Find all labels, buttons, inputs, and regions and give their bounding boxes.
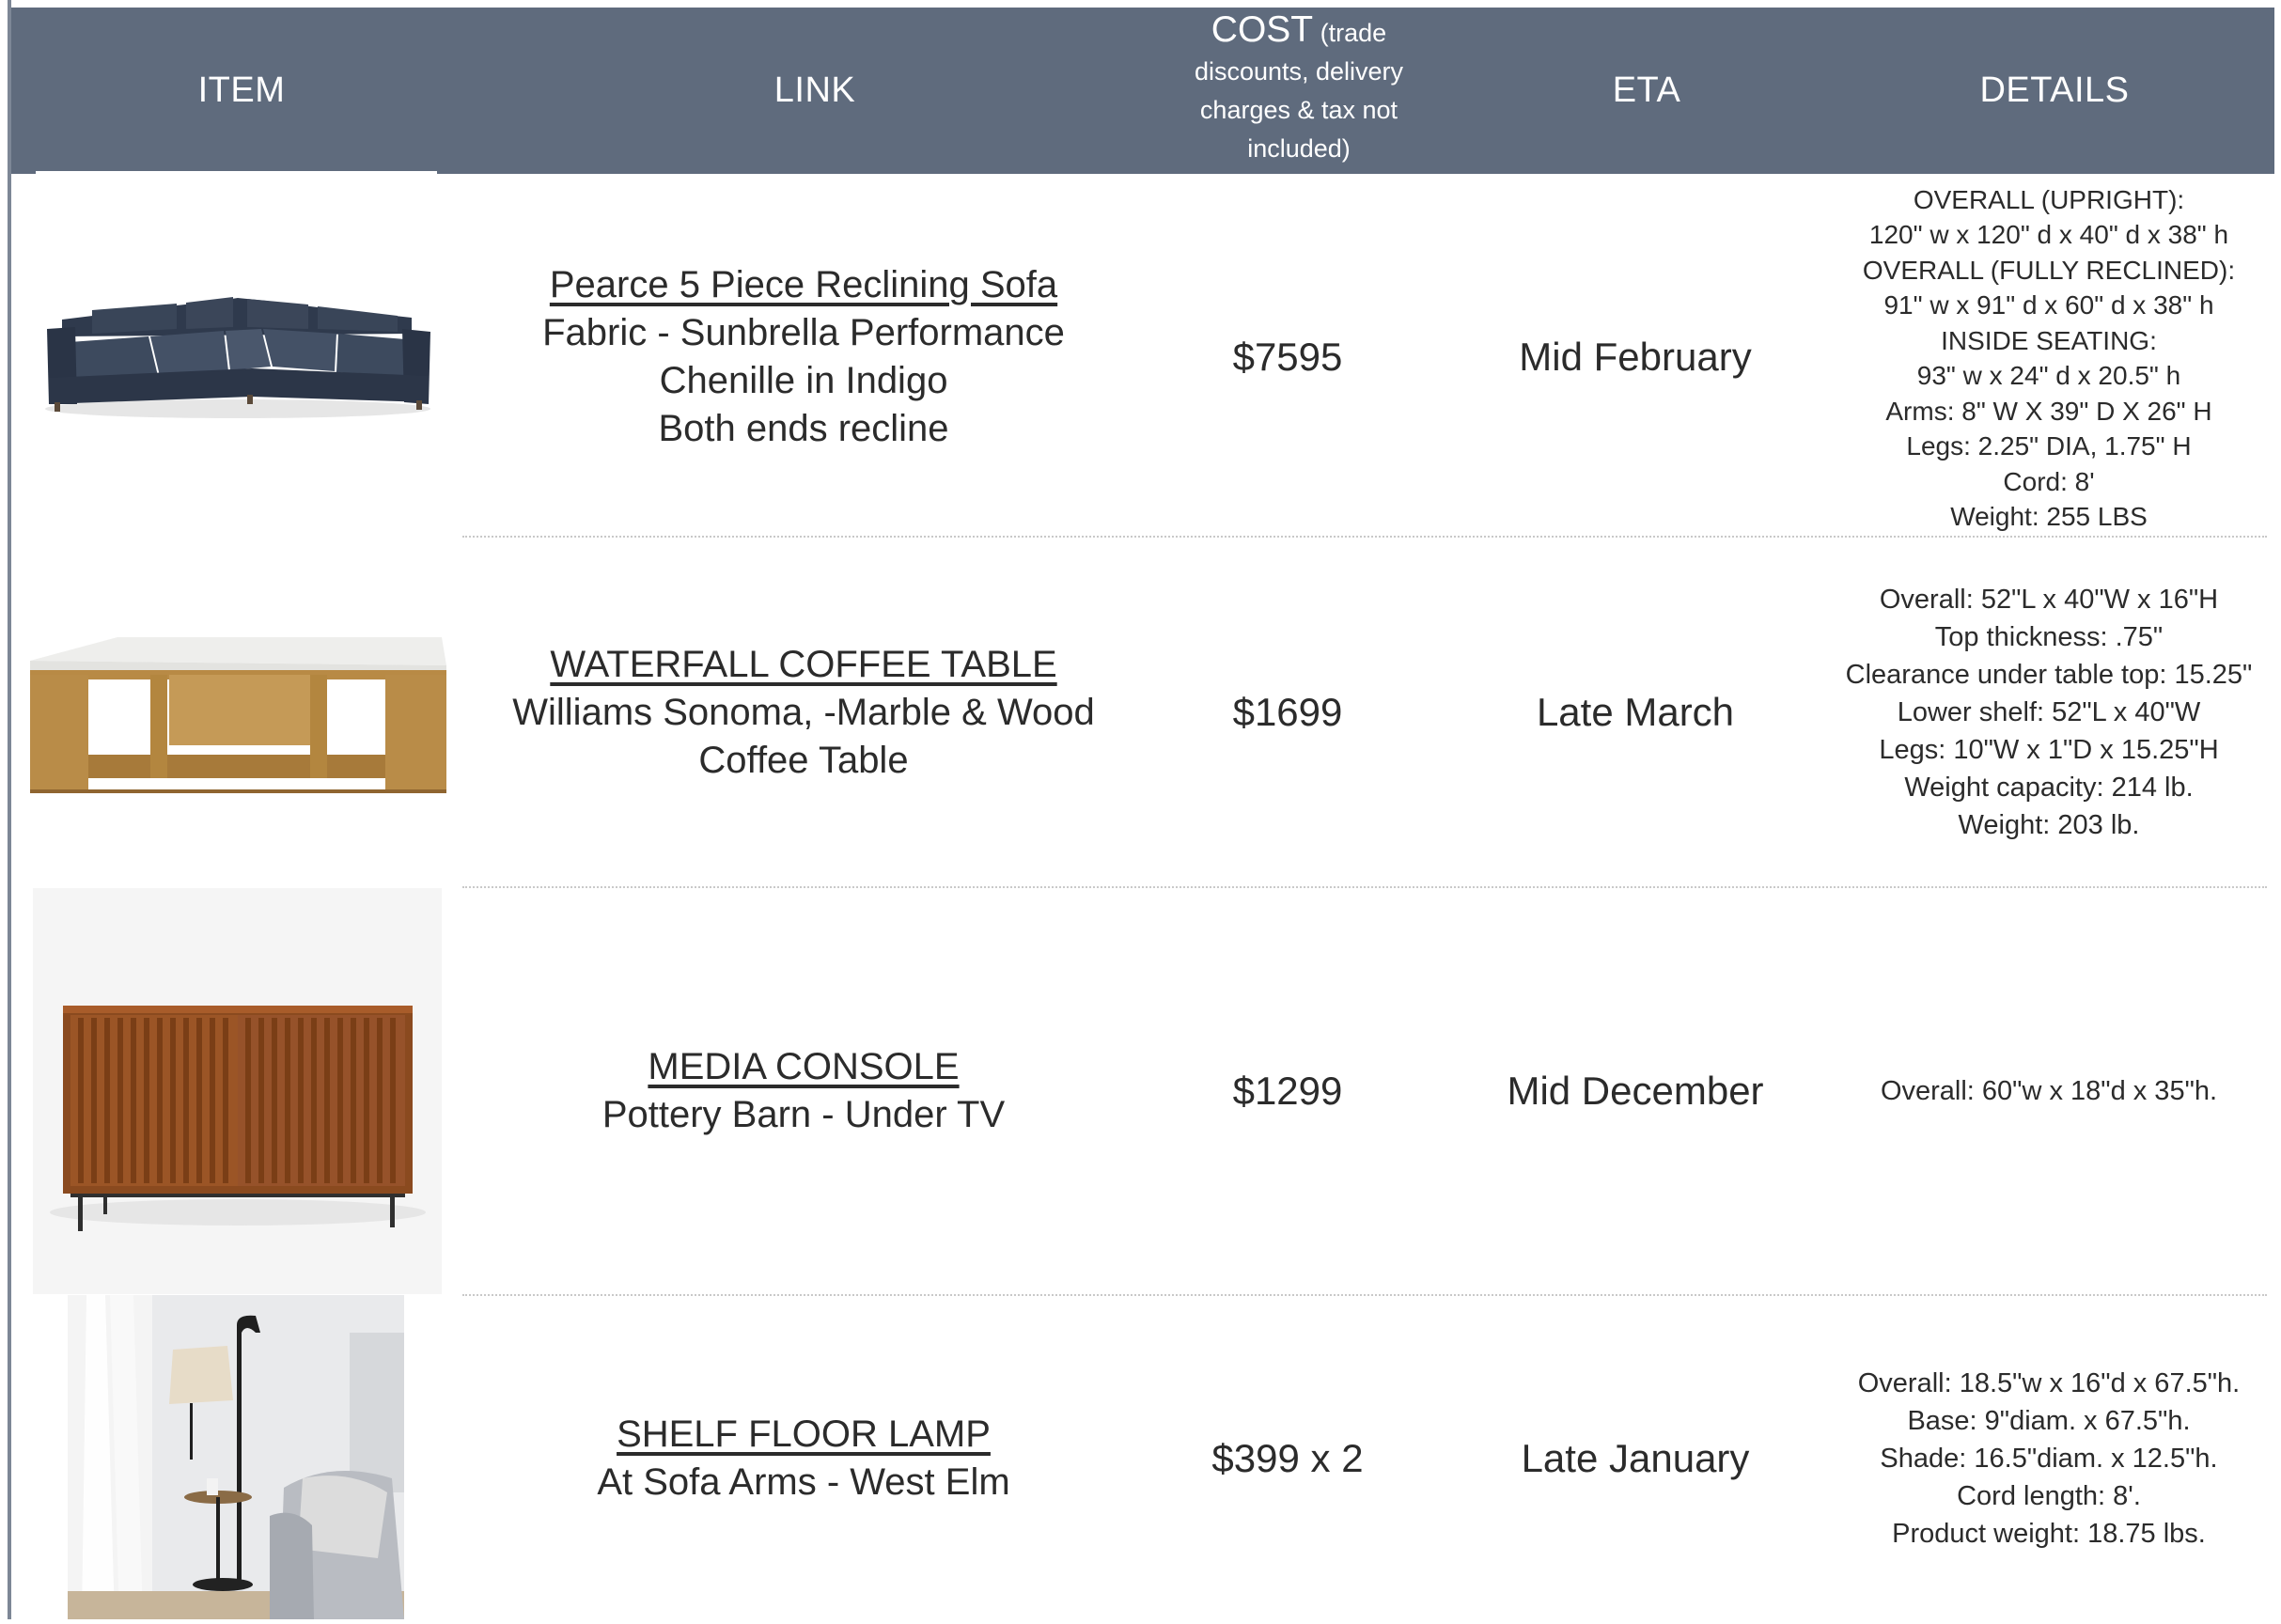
detail-line: Legs: 10"W x 1"D x 15.25"H	[1879, 735, 2219, 765]
table-left-border	[8, 0, 11, 1619]
product-link[interactable]: WATERFALL COFFEE TABLE	[550, 641, 1056, 689]
detail-line: INSIDE SEATING:	[1941, 325, 2157, 355]
coffee-table-illustration	[28, 543, 446, 882]
row-details: Overall: 18.5"w x 16"d x 67.5"h. Base: 9…	[1819, 1297, 2279, 1619]
detail-line: Legs: 2.25" DIA, 1.75" H	[1906, 431, 2192, 461]
header-cost-main: COST	[1211, 8, 1314, 50]
header-cost-note-1: (trade	[1313, 18, 1387, 47]
row-divider	[462, 536, 2267, 538]
row-cost: $7595	[1161, 179, 1414, 536]
row-eta: Late March	[1452, 543, 1819, 882]
link-note-line: Both ends recline	[658, 408, 949, 449]
header-details: DETAILS	[1835, 8, 2274, 174]
row-eta: Mid December	[1452, 888, 1819, 1294]
header-link: LINK	[472, 8, 1158, 174]
cost-value: $1699	[1232, 690, 1343, 734]
detail-line: Lower shelf: 52"L x 40"W	[1897, 697, 2201, 727]
sofa-illustration	[36, 179, 440, 536]
header-item: ITEM	[11, 8, 472, 174]
eta-value: Late March	[1536, 690, 1735, 734]
row-details: Overall: 60"w x 18"d x 35"h.	[1819, 888, 2279, 1294]
header-link-label: LINK	[773, 70, 856, 110]
row-divider	[462, 1294, 2267, 1296]
product-link[interactable]: MEDIA CONSOLE	[648, 1043, 959, 1091]
detail-line: Cord length: 8'.	[1957, 1480, 2141, 1511]
detail-line: Clearance under table top: 15.25"	[1845, 660, 2253, 690]
table-header: ITEM LINK COST (trade discounts, deliver…	[11, 8, 2274, 174]
header-eta-label: ETA	[1612, 70, 1681, 110]
eta-value: Late January	[1521, 1435, 1750, 1480]
floor-lamp-illustration	[68, 1295, 404, 1619]
header-eta: ETA	[1459, 8, 1835, 174]
link-note-line: Fabric - Sunbrella Performance	[542, 312, 1065, 353]
detail-line: 120" w x 120" d x 40" d x 38" h	[1868, 220, 2229, 249]
row-details: Overall: 52"L x 40"W x 16"H Top thicknes…	[1819, 543, 2279, 882]
header-cost-note-4: included)	[1247, 133, 1351, 163]
detail-line: Top thickness: .75"	[1934, 622, 2164, 652]
header-cost-label: COST (trade discounts, delivery charges …	[1194, 8, 1404, 170]
detail-line: 91" w x 91" d x 60" d x 38" h	[1883, 290, 2214, 320]
cost-value: $7595	[1232, 335, 1343, 379]
row-details: OVERALL (UPRIGHT): 120" w x 120" d x 40"…	[1819, 183, 2279, 533]
cost-value: $399 x 2	[1211, 1435, 1364, 1480]
detail-line: Product weight: 18.75 lbs.	[1892, 1518, 2206, 1549]
link-note-line: Chenille in Indigo	[659, 360, 948, 401]
header-cost: COST (trade discounts, delivery charges …	[1172, 8, 1426, 174]
row-link-cell: WATERFALL COFFEE TABLE Williams Sonoma, …	[470, 543, 1137, 882]
shelf-floor-lamp-image	[68, 1295, 404, 1619]
link-note-line: Pottery Barn - Under TV	[601, 1094, 1006, 1135]
row-cost: $1699	[1161, 543, 1414, 882]
detail-line: Arms: 8" W X 39" D X 26" H	[1885, 396, 2212, 426]
detail-line: Overall: 60"w x 18"d x 35"h.	[1880, 1076, 2218, 1106]
eta-value: Mid February	[1519, 335, 1752, 379]
link-note-line: At Sofa Arms - West Elm	[597, 1460, 1010, 1503]
link-note-line: Coffee Table	[698, 739, 909, 781]
header-details-label: DETAILS	[1979, 70, 2130, 110]
marble-wood-coffee-table-image	[28, 543, 446, 882]
link-note-line: Williams Sonoma, -Marble & Wood	[512, 691, 1095, 733]
detail-line: OVERALL (FULLY RECLINED):	[1862, 255, 2236, 285]
furniture-schedule-sheet: ITEM LINK COST (trade discounts, deliver…	[0, 0, 2281, 1619]
row-eta: Late January	[1452, 1297, 1819, 1619]
row-cost: $399 x 2	[1161, 1297, 1414, 1619]
detail-line: Base: 9"diam. x 67.5"h.	[1907, 1405, 2191, 1436]
detail-line: Weight: 255 LBS	[1950, 502, 2148, 531]
detail-line: Cord: 8'	[2003, 466, 2095, 496]
product-link[interactable]: SHELF FLOOR LAMP	[617, 1411, 991, 1459]
row-link-cell: SHELF FLOOR LAMP At Sofa Arms - West Elm	[470, 1297, 1137, 1619]
eta-value: Mid December	[1507, 1069, 1764, 1113]
detail-line: Weight capacity: 214 lb.	[1904, 773, 2194, 803]
row-eta: Mid February	[1452, 179, 1819, 536]
detail-line: OVERALL (UPRIGHT):	[1913, 184, 2185, 214]
header-notch	[36, 171, 437, 177]
detail-line: Overall: 18.5"w x 16"d x 67.5"h.	[1857, 1367, 2241, 1398]
cost-value: $1299	[1232, 1069, 1343, 1113]
row-link-cell: Pearce 5 Piece Reclining Sofa Fabric - S…	[470, 179, 1137, 536]
row-cost: $1299	[1161, 888, 1414, 1294]
detail-line: Shade: 16.5"diam. x 12.5"h.	[1880, 1443, 2218, 1474]
walnut-media-console-image	[33, 888, 442, 1294]
media-console-illustration	[33, 888, 442, 1294]
navy-sectional-sofa-image	[36, 179, 440, 536]
product-link[interactable]: Pearce 5 Piece Reclining Sofa	[550, 261, 1057, 309]
header-cost-note-2: discounts, delivery	[1194, 56, 1404, 86]
header-cost-note-3: charges & tax not	[1199, 95, 1398, 124]
detail-line: Overall: 52"L x 40"W x 16"H	[1879, 585, 2219, 615]
header-item-label: ITEM	[197, 70, 286, 110]
detail-line: Weight: 203 lb.	[1958, 810, 2140, 840]
row-link-cell: MEDIA CONSOLE Pottery Barn - Under TV	[470, 888, 1137, 1294]
detail-line: 93" w x 24" d x 20.5" h	[1916, 361, 2181, 390]
